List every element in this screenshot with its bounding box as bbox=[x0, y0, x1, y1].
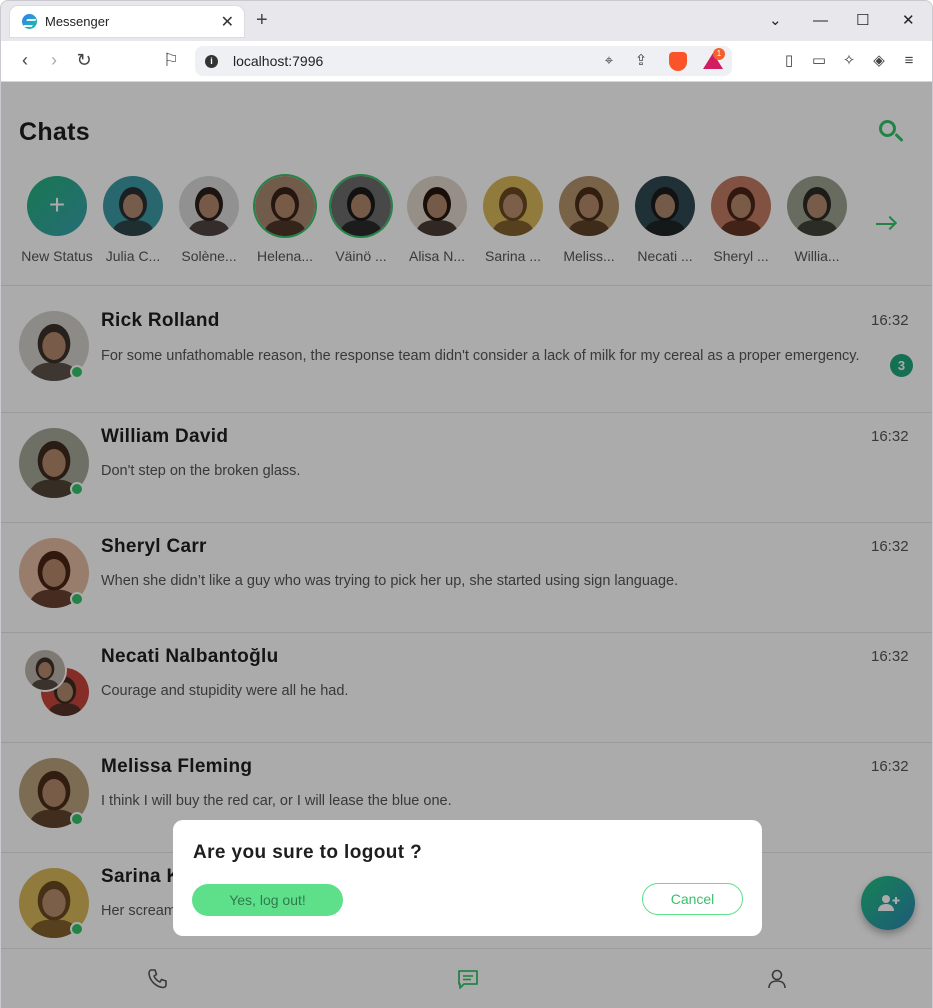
brave-shields-icon[interactable] bbox=[669, 52, 687, 71]
url-text[interactable]: localhost:7996 bbox=[233, 53, 323, 69]
messenger-app: Chats + New Status Julia C... Solène... Hele… bbox=[0, 82, 933, 1008]
close-tab-icon[interactable]: ✕ bbox=[221, 12, 234, 32]
menu-icon[interactable]: ≡ bbox=[900, 52, 918, 70]
wallet-icon[interactable]: ▭ bbox=[810, 52, 828, 70]
tab-title: Messenger bbox=[45, 14, 110, 29]
logout-dialog: Are you sure to logout ? Yes, log out! C… bbox=[173, 820, 762, 936]
maximize-icon[interactable]: ☐ bbox=[856, 11, 869, 31]
confirm-logout-button[interactable]: Yes, log out! bbox=[192, 884, 343, 916]
leo-ai-icon[interactable]: ✧ bbox=[840, 52, 858, 70]
messenger-favicon-icon bbox=[22, 14, 37, 29]
share-icon[interactable]: ⇪ bbox=[631, 51, 651, 71]
minimize-icon[interactable]: — bbox=[813, 11, 828, 31]
location-icon[interactable]: ⌖ bbox=[599, 51, 619, 71]
browser-toolbar: ‹ › ↻ ⚐ i localhost:7996 ⌖ ⇪ 1 ▯ ▭ ✧ ◈ ≡ bbox=[0, 41, 933, 82]
cancel-button[interactable]: Cancel bbox=[642, 883, 743, 915]
new-tab-icon[interactable]: + bbox=[256, 10, 268, 30]
tab-search-chevron-icon[interactable]: ⌄ bbox=[769, 11, 782, 31]
browser-tab-bar: Messenger ✕ + ⌄ — ☐ ✕ bbox=[0, 0, 933, 41]
sidebar-icon[interactable]: ▯ bbox=[780, 52, 798, 70]
forward-icon[interactable]: › bbox=[44, 50, 64, 70]
site-info-icon[interactable]: i bbox=[205, 55, 218, 68]
vpn-icon[interactable]: ◈ bbox=[870, 52, 888, 70]
reload-icon[interactable]: ↻ bbox=[74, 50, 94, 70]
bookmark-icon[interactable]: ⚐ bbox=[161, 50, 181, 70]
browser-tab[interactable]: Messenger ✕ bbox=[10, 6, 244, 37]
back-icon[interactable]: ‹ bbox=[15, 50, 35, 70]
dialog-title: Are you sure to logout ? bbox=[193, 842, 423, 863]
rewards-badge: 1 bbox=[713, 48, 725, 60]
address-bar[interactable]: i localhost:7996 ⌖ ⇪ 1 bbox=[195, 46, 732, 76]
window-close-icon[interactable]: ✕ bbox=[902, 11, 915, 31]
